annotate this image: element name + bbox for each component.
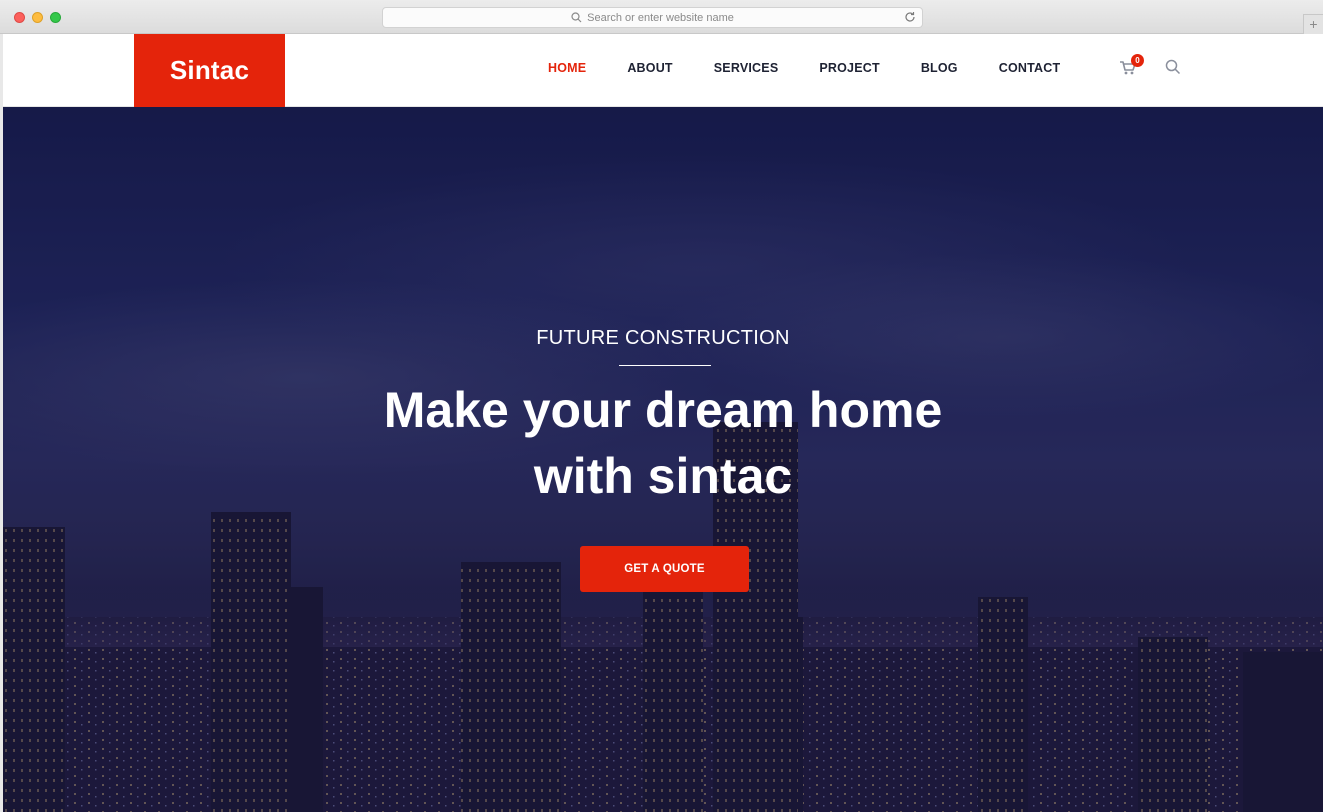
nav-project[interactable]: PROJECT — [819, 61, 879, 75]
browser-toolbar: Search or enter website name + — [0, 0, 1323, 34]
window-controls — [14, 12, 61, 23]
nav-home[interactable]: HOME — [548, 61, 586, 75]
new-tab-button[interactable]: + — [1303, 14, 1323, 34]
nav-contact[interactable]: CONTACT — [999, 61, 1061, 75]
main-nav: HOME ABOUT SERVICES PROJECT BLOG CONTACT — [548, 61, 1101, 75]
close-window-button[interactable] — [14, 12, 25, 23]
cart-count-badge: 0 — [1131, 54, 1144, 67]
web-page: Sintac HOME ABOUT SERVICES PROJECT BLOG … — [3, 34, 1323, 812]
nav-services[interactable]: SERVICES — [714, 61, 779, 75]
hero-headline: Make your dream home with sintac — [3, 377, 1323, 509]
zoom-window-button[interactable] — [50, 12, 61, 23]
address-bar-placeholder: Search or enter website name — [587, 11, 734, 24]
get-a-quote-button[interactable]: GET A QUOTE — [580, 546, 749, 592]
search-icon — [571, 12, 582, 23]
hero-content: FUTURE CONSTRUCTION Make your dream home… — [3, 107, 1323, 812]
eyebrow-divider — [619, 365, 711, 366]
headline-line-1: Make your dream home — [383, 382, 943, 438]
site-header: Sintac HOME ABOUT SERVICES PROJECT BLOG … — [3, 34, 1323, 107]
hero-eyebrow: FUTURE CONSTRUCTION — [536, 327, 790, 349]
nav-blog[interactable]: BLOG — [921, 61, 958, 75]
minimize-window-button[interactable] — [32, 12, 43, 23]
hero-section: FUTURE CONSTRUCTION Make your dream home… — [3, 107, 1323, 812]
nav-about[interactable]: ABOUT — [627, 61, 672, 75]
address-bar[interactable]: Search or enter website name — [382, 7, 923, 28]
site-logo[interactable]: Sintac — [134, 34, 285, 107]
search-icon[interactable] — [1165, 59, 1181, 75]
headline-line-2: with sintac — [533, 448, 793, 504]
reload-icon[interactable] — [904, 11, 916, 23]
